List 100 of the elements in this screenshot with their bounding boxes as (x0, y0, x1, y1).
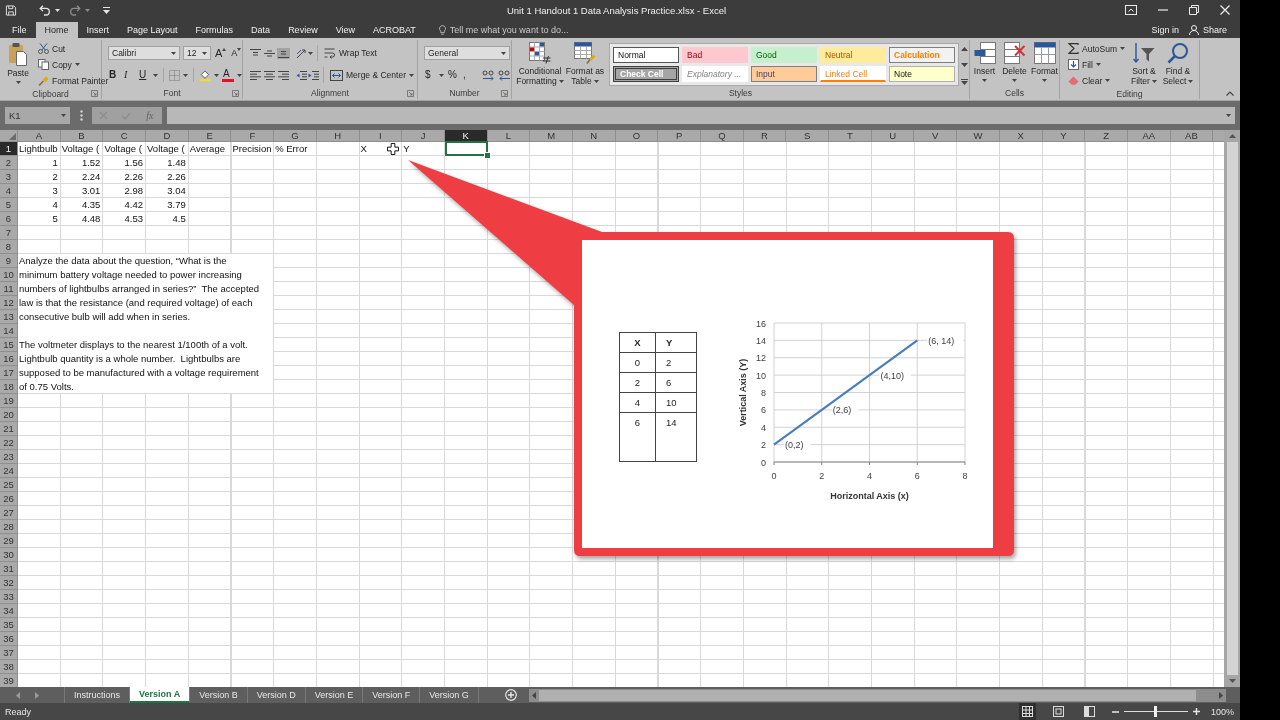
minimize-icon[interactable] (1158, 9, 1169, 11)
row-header[interactable]: 24 (0, 464, 18, 478)
spreadsheet-cell[interactable]: 1.52 (60, 156, 104, 170)
tell-me-search-field[interactable]: Tell me what you want to do... (445, 23, 580, 37)
ribbon-tab[interactable]: Page Layout (118, 22, 187, 38)
ribbon-tab[interactable]: ACROBAT (364, 22, 425, 38)
column-header[interactable]: R (743, 130, 787, 142)
column-header[interactable]: T (829, 130, 872, 142)
ribbon-tab[interactable]: View (326, 22, 364, 38)
row-header[interactable]: 23 (0, 450, 18, 464)
ribbon-tab[interactable]: Home (35, 22, 78, 38)
share-button[interactable]: Share (1186, 22, 1229, 38)
zoom-slider-thumb[interactable] (1154, 706, 1158, 717)
paste-button[interactable]: Paste (3, 41, 33, 84)
format-as-table-button[interactable]: Format as Table (565, 41, 605, 86)
number-format-dropdown[interactable]: General (424, 46, 510, 60)
find-select-button[interactable]: Find & Select (1160, 41, 1195, 86)
spreadsheet-cell[interactable]: 3.01 (60, 184, 104, 198)
column-header[interactable]: F (231, 130, 275, 142)
spreadsheet-cell[interactable]: 4.42 (103, 198, 147, 212)
insert-cells-button[interactable]: Insert (970, 41, 999, 82)
row-header[interactable]: 10 (0, 268, 18, 282)
restore-icon[interactable] (1188, 5, 1199, 15)
decrease-indent-icon[interactable] (296, 70, 307, 80)
cell-style-option[interactable]: Good (751, 47, 817, 63)
spreadsheet-cell[interactable]: Voltage ( (146, 142, 189, 156)
column-header[interactable]: AA (1127, 130, 1171, 142)
zoom-in-icon[interactable] (1192, 708, 1200, 715)
spreadsheet-cell[interactable]: % Error (274, 142, 317, 156)
cell-style-option[interactable]: Neutral (820, 47, 886, 63)
shrink-font-button[interactable]: A (230, 46, 243, 60)
gallery-down-icon[interactable] (961, 63, 968, 67)
spreadsheet-cell[interactable]: Average (188, 142, 232, 156)
spreadsheet-cell[interactable]: 3.79 (146, 198, 189, 212)
scroll-down-icon[interactable] (1228, 679, 1236, 683)
row-header[interactable]: 8 (0, 240, 18, 254)
row-header[interactable]: 25 (0, 478, 18, 492)
ribbon-tab[interactable]: Review (279, 22, 327, 38)
wrap-text-button[interactable]: Wrap Text (322, 45, 379, 61)
zoom-out-icon[interactable] (1111, 710, 1119, 713)
format-cells-button[interactable]: Format (1030, 41, 1059, 82)
top-align-icon[interactable] (250, 48, 261, 58)
spreadsheet-cell[interactable]: 2 (18, 170, 61, 184)
selected-cell[interactable] (444, 141, 488, 156)
delete-cells-button[interactable]: Delete (1000, 41, 1029, 82)
collapse-ribbon-icon[interactable] (1226, 91, 1234, 96)
font-size-dropdown[interactable]: 12 (183, 46, 211, 60)
row-header[interactable]: 21 (0, 422, 18, 436)
cut-button[interactable]: Cut (36, 41, 111, 56)
column-header[interactable]: L (487, 130, 531, 142)
column-header[interactable]: Q (701, 130, 744, 142)
ribbon-tab[interactable]: Data (242, 22, 280, 38)
ribbon-tab[interactable]: File (3, 22, 36, 38)
cell-style-option[interactable]: Normal (613, 47, 679, 63)
row-header[interactable]: 11 (0, 282, 18, 296)
row-header[interactable]: 12 (0, 296, 18, 310)
comma-style-button[interactable]: , (462, 68, 474, 82)
middle-align-icon[interactable] (264, 48, 275, 58)
ribbon-tab[interactable]: Insert (77, 22, 119, 38)
row-header[interactable]: 15 (0, 338, 18, 352)
row-header[interactable]: 37 (0, 646, 18, 660)
row-header[interactable]: 34 (0, 604, 18, 618)
cell-style-option[interactable]: Explanatory ... (682, 66, 748, 82)
row-header[interactable]: 17 (0, 366, 18, 380)
caret-icon[interactable] (237, 73, 242, 77)
column-header[interactable]: O (615, 130, 659, 142)
row-header[interactable]: 36 (0, 632, 18, 646)
row-header[interactable]: 26 (0, 492, 18, 506)
align-right-icon[interactable] (278, 70, 289, 80)
caret-icon[interactable] (55, 8, 60, 12)
bottom-align-icon[interactable] (277, 47, 290, 59)
spreadsheet-cell[interactable]: 1.48 (146, 156, 189, 170)
row-header[interactable]: 27 (0, 506, 18, 520)
row-header[interactable]: 38 (0, 660, 18, 674)
column-header[interactable]: N (572, 130, 616, 142)
underline-button[interactable]: U (138, 68, 150, 82)
row-header[interactable]: 30 (0, 548, 18, 562)
column-header[interactable]: U (871, 130, 915, 142)
column-header[interactable]: V (914, 130, 958, 142)
italic-button[interactable]: I (123, 68, 135, 82)
row-header[interactable]: 35 (0, 618, 18, 632)
scroll-right-icon[interactable] (1219, 691, 1223, 699)
scroll-up-icon[interactable] (1228, 134, 1236, 138)
column-header[interactable]: K (444, 130, 488, 142)
row-header[interactable]: 19 (0, 394, 18, 408)
spreadsheet-cell[interactable]: 1 (18, 156, 61, 170)
row-header[interactable]: 16 (0, 352, 18, 366)
column-header[interactable]: G (274, 130, 317, 142)
accounting-format-button[interactable]: $ (424, 68, 436, 82)
column-header[interactable]: S (786, 130, 830, 142)
bold-button[interactable]: B (108, 68, 120, 82)
column-header[interactable]: Z (1085, 130, 1128, 142)
ribbon-tab[interactable]: Formulas (186, 22, 243, 38)
decrease-decimal-icon[interactable] (498, 69, 511, 81)
caret-icon[interactable] (439, 73, 444, 77)
column-header[interactable]: E (188, 130, 232, 142)
spreadsheet-cell[interactable]: 2.26 (146, 170, 189, 184)
normal-view-icon[interactable] (1018, 703, 1036, 720)
row-header[interactable]: 39 (0, 674, 18, 687)
fill-handle-icon[interactable] (483, 152, 491, 159)
